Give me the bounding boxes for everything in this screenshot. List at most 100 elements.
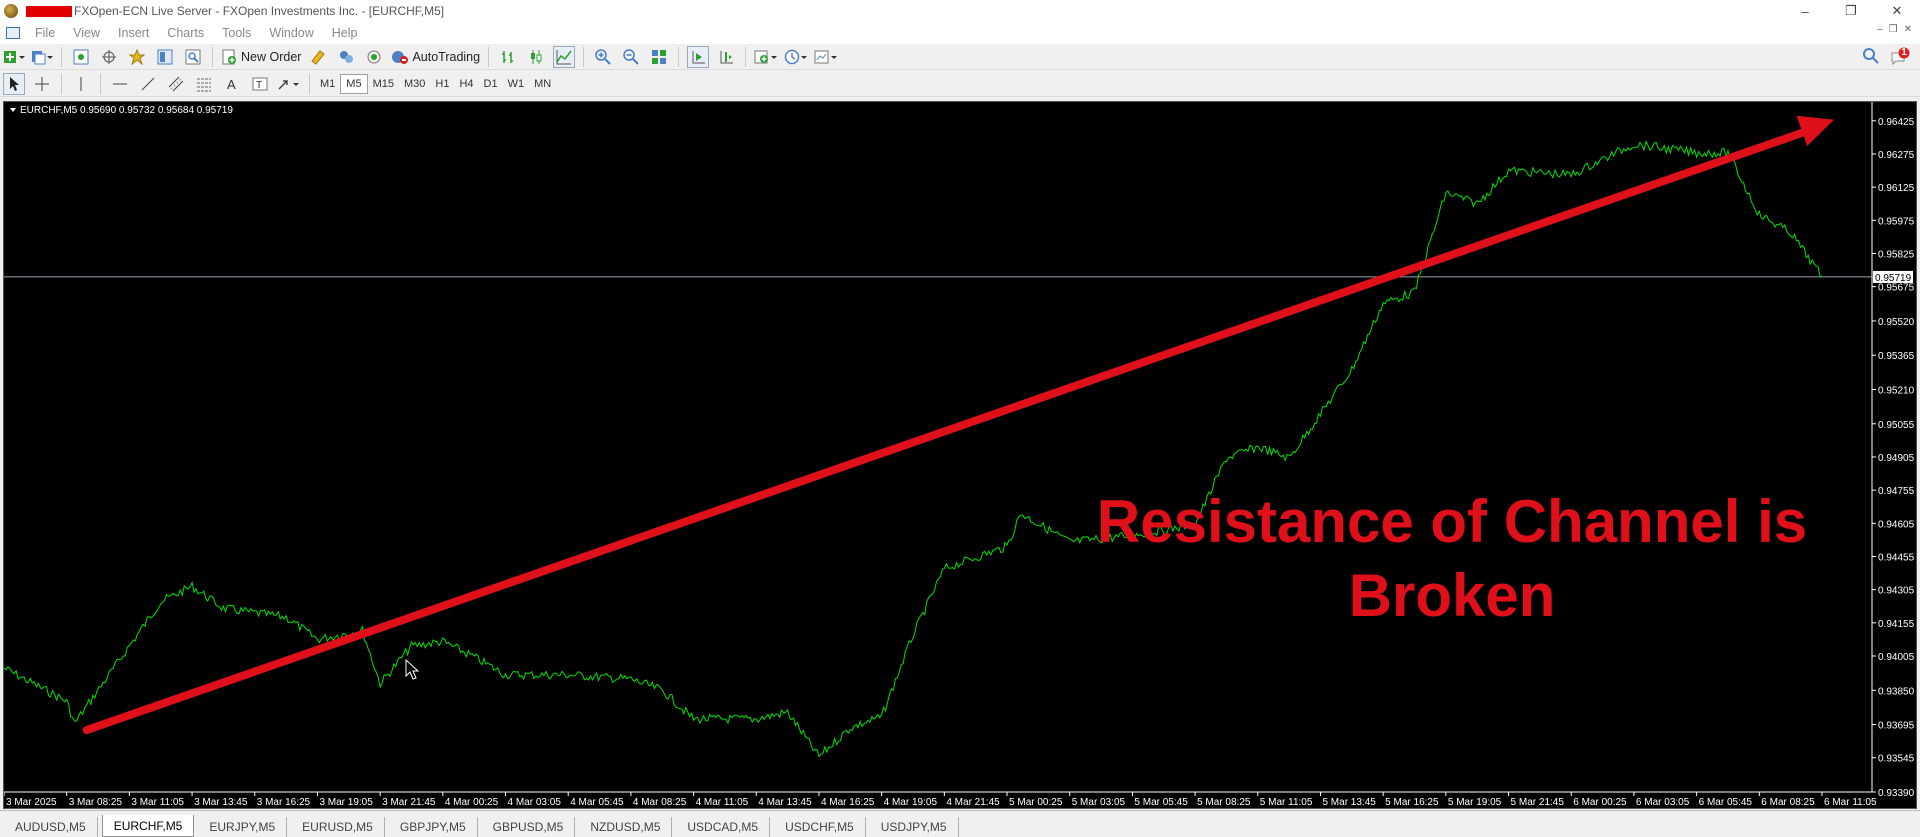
menu-charts[interactable]: Charts [158,26,213,40]
metaeditor-button[interactable] [307,46,329,68]
candlestick-button[interactable] [525,46,547,68]
tab-audusd[interactable]: AUDUSD,M5 [4,817,98,837]
fibonacci-button[interactable] [193,73,215,95]
tab-eurchf[interactable]: EURCHF,M5 [101,815,195,837]
indicators-button[interactable] [754,46,778,68]
notifications-button[interactable]: 1 [1890,47,1910,67]
timeframe-mn[interactable]: MN [529,74,556,94]
chart-shift-button[interactable] [715,46,737,68]
timeframe-h4[interactable]: H4 [454,74,478,94]
cursor-button[interactable] [3,72,25,95]
market-watch-button[interactable] [70,46,92,68]
minimize-button[interactable]: – [1782,0,1828,22]
profiles-button[interactable] [31,46,53,68]
cursor-icon [10,76,19,91]
signals-button[interactable] [335,46,357,68]
menu-view[interactable]: View [64,26,109,40]
chart-info-label: EURCHF,M5 0.95690 0.95732 0.95684 0.9571… [20,105,233,116]
menu-file[interactable]: File [26,26,64,40]
document-icon[interactable] [6,27,20,39]
tab-gbpusd[interactable]: GBPUSD,M5 [482,817,576,837]
timeframe-w1[interactable]: W1 [503,74,530,94]
timeframe-m30[interactable]: M30 [399,74,430,94]
line-chart-button[interactable] [553,45,576,68]
y-tick-label: 0.94905 [1878,453,1915,464]
mdi-close-button[interactable]: ✕ [1904,24,1912,35]
trend-arrowhead [1796,115,1834,147]
arrows-icon [278,79,299,90]
timeframe-d1[interactable]: D1 [479,74,503,94]
menu-window[interactable]: Window [260,26,322,40]
app-logo-icon [4,4,18,18]
text-label-button[interactable]: T [249,73,271,95]
y-tick-label: 0.95825 [1878,249,1915,260]
y-tick-label: 0.93545 [1878,754,1915,765]
navigator-button[interactable] [126,46,148,68]
chart-window[interactable]: 0.96425 0.96275 0.96125 0.95975 0.95825 0.956… [3,101,1917,809]
trendline-icon [141,77,155,90]
tab-eurjpy[interactable]: EURJPY,M5 [198,817,288,837]
tile-windows-button[interactable] [648,46,670,68]
annotation-text-line1: Resistance of Channel is [1097,488,1807,555]
bar-chart-button[interactable] [497,46,519,68]
crosshair-button[interactable] [31,73,53,95]
timeframe-m1[interactable]: M1 [315,74,340,94]
menu-tools[interactable]: Tools [213,26,260,40]
text-button[interactable]: A [221,73,243,95]
timeframe-h1[interactable]: H1 [430,74,454,94]
tile-windows-icon [652,49,667,64]
data-window-button[interactable] [98,46,120,68]
tab-usdchf[interactable]: USDCHF,M5 [774,817,866,837]
y-tick-label: 0.95365 [1878,351,1915,362]
tab-usdcad[interactable]: USDCAD,M5 [676,817,771,837]
search-icon[interactable] [1862,47,1880,65]
mouse-cursor-icon [405,658,420,680]
timeframe-m5[interactable]: M5 [340,73,368,94]
auto-scroll-button[interactable] [687,45,710,68]
channel-button[interactable] [165,73,187,95]
periods-button[interactable] [784,46,808,68]
indicators-icon [754,50,778,63]
x-tick-label: 6 Mar 11:05 [1824,797,1877,808]
vertical-line-button[interactable] [70,73,92,95]
x-tick-label: 4 Mar 03:05 [508,797,562,808]
terminal-button[interactable] [154,46,176,68]
close-button[interactable]: ✕ [1874,0,1920,22]
toolbar-divider [309,73,310,94]
new-chart-button[interactable] [3,46,25,68]
svg-text:A: A [227,77,236,92]
maximize-button[interactable]: ❐ [1828,0,1874,22]
trendline-button[interactable] [137,73,159,95]
mdi-minimize-button[interactable]: – [1877,24,1883,35]
y-tick-label: 0.95975 [1878,216,1915,227]
strategy-tester-icon [185,49,201,64]
crosshair-icon [35,76,49,91]
menu-help[interactable]: Help [323,26,367,40]
templates-button[interactable] [814,46,838,68]
tab-nzdusd[interactable]: NZDUSD,M5 [579,817,673,837]
tab-gbpjpy[interactable]: GBPJPY,M5 [389,817,478,837]
y-tick-label: 0.96275 [1878,150,1915,161]
text-label-icon: T [252,77,268,91]
chart-tabs: AUDUSD,M5 EURCHF,M5 EURJPY,M5 EURUSD,M5 … [0,810,1920,837]
new-order-button[interactable]: New Order [221,46,301,68]
menu-insert[interactable]: Insert [109,26,158,40]
strategy-tester-button[interactable] [182,46,204,68]
zoom-in-button[interactable] [592,46,614,68]
tab-usdjpy[interactable]: USDJPY,M5 [870,817,959,837]
timeframe-m15[interactable]: M15 [368,74,399,94]
zoom-in-icon [595,48,611,65]
channel-icon [168,76,184,91]
new-order-label: New Order [241,49,302,64]
horizontal-line-button[interactable] [109,73,131,95]
market-button[interactable] [363,46,385,68]
tab-eurusd[interactable]: EURUSD,M5 [291,817,385,837]
clock-icon [784,49,808,64]
price-chart[interactable]: 0.96425 0.96275 0.96125 0.95975 0.95825 0.956… [4,102,1916,808]
zoom-out-button[interactable] [620,46,642,68]
templates-icon [814,50,838,63]
x-tick-label: 4 Mar 19:05 [884,797,938,808]
mdi-restore-button[interactable]: ❐ [1889,24,1898,35]
arrows-button[interactable] [277,73,301,95]
autotrading-button[interactable]: AutoTrading [391,46,480,68]
